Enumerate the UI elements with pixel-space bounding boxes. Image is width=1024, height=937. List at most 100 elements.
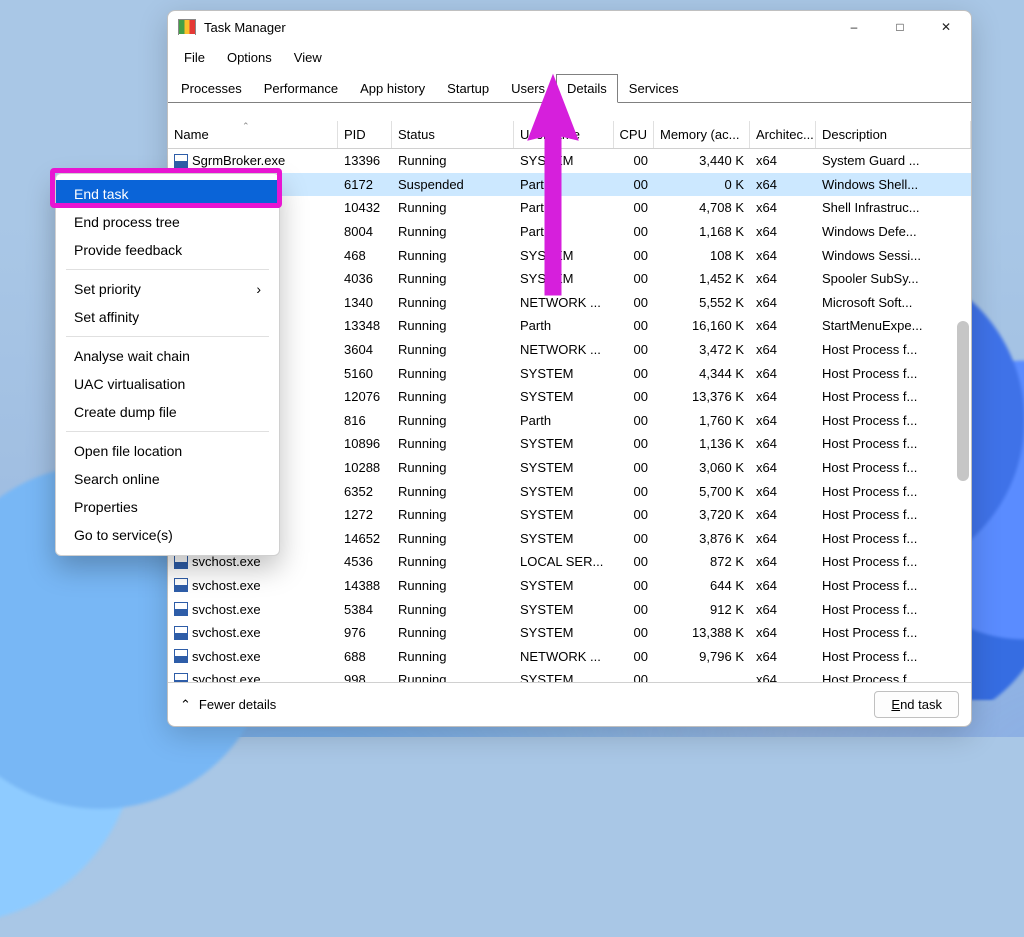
menu-item-analyse-wait-chain[interactable]: Analyse wait chain — [56, 342, 279, 370]
menu-item-end-task[interactable]: End task — [56, 180, 279, 208]
process-icon — [174, 154, 188, 168]
col-status[interactable]: Status — [392, 121, 514, 148]
table-row[interactable]: 10896RunningSYSTEM001,136 Kx64Host Proce… — [168, 432, 971, 456]
tab-performance[interactable]: Performance — [253, 74, 349, 103]
end-task-button[interactable]: End task — [874, 691, 959, 718]
menu-item-label: Search online — [74, 471, 160, 487]
footer: ⌃ Fewer details End task — [168, 682, 971, 726]
process-user: SYSTEM — [514, 389, 614, 404]
menu-item-go-to-service-s-[interactable]: Go to service(s) — [56, 521, 279, 549]
task-manager-window: Task Manager – □ ✕ File Options View Pro… — [167, 10, 972, 727]
table-row[interactable]: svchost.exe14388RunningSYSTEM00644 Kx64H… — [168, 574, 971, 598]
table-row[interactable]: 816RunningParth001,760 Kx64Host Process … — [168, 409, 971, 433]
table-row[interactable]: erience...13348RunningParth0016,160 Kx64… — [168, 314, 971, 338]
table-row[interactable]: svchost.exe998RunningSYSTEM00x64Host Pro… — [168, 668, 971, 682]
process-arch: x64 — [750, 649, 816, 664]
table-row[interactable]: 12076RunningSYSTEM0013,376 Kx64Host Proc… — [168, 385, 971, 409]
menu-item-provide-feedback[interactable]: Provide feedback — [56, 236, 279, 264]
fewer-details-button[interactable]: ⌃ Fewer details — [180, 697, 276, 713]
col-username[interactable]: Username — [514, 121, 614, 148]
menu-item-properties[interactable]: Properties — [56, 493, 279, 521]
table-row[interactable]: svchost.exe5384RunningSYSTEM00912 Kx64Ho… — [168, 597, 971, 621]
menu-item-label: Provide feedback — [74, 242, 182, 258]
menu-item-open-file-location[interactable]: Open file location — [56, 437, 279, 465]
details-grid: ⌃ Name PID Status Username CPU Memory (a… — [168, 121, 971, 682]
maximize-button[interactable]: □ — [877, 13, 923, 41]
tab-startup[interactable]: Startup — [436, 74, 500, 103]
process-desc: Host Process f... — [816, 672, 971, 682]
table-row[interactable]: .exe8004RunningParth001,168 Kx64Windows … — [168, 220, 971, 244]
minimize-button[interactable]: – — [831, 13, 877, 41]
process-desc: Spooler SubSy... — [816, 271, 971, 286]
process-status: Running — [392, 649, 514, 664]
process-user: Parth — [514, 413, 614, 428]
table-row[interactable]: svchost.exe976RunningSYSTEM0013,388 Kx64… — [168, 621, 971, 645]
process-user: LOCAL SER... — [514, 554, 614, 569]
process-arch: x64 — [750, 484, 816, 499]
process-icon — [174, 578, 188, 592]
process-arch: x64 — [750, 460, 816, 475]
table-row[interactable]: SgrmBroker.exe13396RunningSYSTEM003,440 … — [168, 149, 971, 173]
tabbar: Processes Performance App history Startu… — [168, 73, 971, 103]
table-row[interactable]: 14652RunningSYSTEM003,876 Kx64Host Proce… — [168, 527, 971, 551]
menu-item-uac-virtualisation[interactable]: UAC virtualisation — [56, 370, 279, 398]
col-memory[interactable]: Memory (ac... — [654, 121, 750, 148]
process-arch: x64 — [750, 177, 816, 192]
process-pid: 4036 — [338, 271, 392, 286]
menu-view[interactable]: View — [284, 46, 332, 69]
table-row[interactable]: ceHost.e...6172SuspendedParth000 Kx64Win… — [168, 173, 971, 197]
menu-item-create-dump-file[interactable]: Create dump file — [56, 398, 279, 426]
menu-options[interactable]: Options — [217, 46, 282, 69]
process-pid: 688 — [338, 649, 392, 664]
col-name[interactable]: Name — [168, 121, 338, 148]
table-row[interactable]: 4036RunningSYSTEM001,452 Kx64Spooler Sub… — [168, 267, 971, 291]
app-icon — [178, 19, 196, 35]
process-status: Running — [392, 271, 514, 286]
process-arch: x64 — [750, 554, 816, 569]
process-user: SYSTEM — [514, 578, 614, 593]
menu-item-label: Analyse wait chain — [74, 348, 190, 364]
table-row[interactable]: 3604RunningNETWORK ...003,472 Kx64Host P… — [168, 338, 971, 362]
table-row[interactable]: 10288RunningSYSTEM003,060 Kx64Host Proce… — [168, 456, 971, 480]
process-status: Running — [392, 554, 514, 569]
menu-item-search-online[interactable]: Search online — [56, 465, 279, 493]
table-row[interactable]: svchost.exe4536RunningLOCAL SER...00872 … — [168, 550, 971, 574]
process-cpu: 00 — [614, 177, 654, 192]
sort-indicator-icon: ⌃ — [242, 121, 250, 132]
table-row[interactable]: 5160RunningSYSTEM004,344 Kx64Host Proces… — [168, 361, 971, 385]
process-arch: x64 — [750, 436, 816, 451]
process-arch: x64 — [750, 271, 816, 286]
menu-file[interactable]: File — [174, 46, 215, 69]
process-status: Running — [392, 460, 514, 475]
table-row[interactable]: 6352RunningSYSTEM005,700 Kx64Host Proces… — [168, 479, 971, 503]
menu-item-end-process-tree[interactable]: End process tree — [56, 208, 279, 236]
process-cpu: 00 — [614, 578, 654, 593]
scrollbar-thumb[interactable] — [957, 321, 969, 481]
process-arch: x64 — [750, 531, 816, 546]
process-arch: x64 — [750, 295, 816, 310]
process-user: SYSTEM — [514, 271, 614, 286]
process-pid: 6172 — [338, 177, 392, 192]
menu-separator — [66, 336, 269, 337]
process-pid: 468 — [338, 248, 392, 263]
process-user: SYSTEM — [514, 366, 614, 381]
table-row[interactable]: 1272RunningSYSTEM003,720 Kx64Host Proces… — [168, 503, 971, 527]
table-row[interactable]: 468RunningSYSTEM00108 Kx64Windows Sessi.… — [168, 243, 971, 267]
tab-services[interactable]: Services — [618, 74, 690, 103]
tab-users[interactable]: Users — [500, 74, 556, 103]
col-pid[interactable]: PID — [338, 121, 392, 148]
process-arch: x64 — [750, 248, 816, 263]
col-architecture[interactable]: Architec... — [750, 121, 816, 148]
tab-app-history[interactable]: App history — [349, 74, 436, 103]
process-pid: 13348 — [338, 318, 392, 333]
close-button[interactable]: ✕ — [923, 13, 969, 41]
menu-item-set-affinity[interactable]: Set affinity — [56, 303, 279, 331]
table-row[interactable]: 10432RunningParth004,708 Kx64Shell Infra… — [168, 196, 971, 220]
table-row[interactable]: 1340RunningNETWORK ...005,552 Kx64Micros… — [168, 291, 971, 315]
tab-details[interactable]: Details — [556, 74, 618, 103]
col-description[interactable]: Description — [816, 121, 971, 148]
col-cpu[interactable]: CPU — [614, 121, 654, 148]
tab-processes[interactable]: Processes — [170, 74, 253, 103]
table-row[interactable]: svchost.exe688RunningNETWORK ...009,796 … — [168, 644, 971, 668]
menu-item-set-priority[interactable]: Set priority› — [56, 275, 279, 303]
